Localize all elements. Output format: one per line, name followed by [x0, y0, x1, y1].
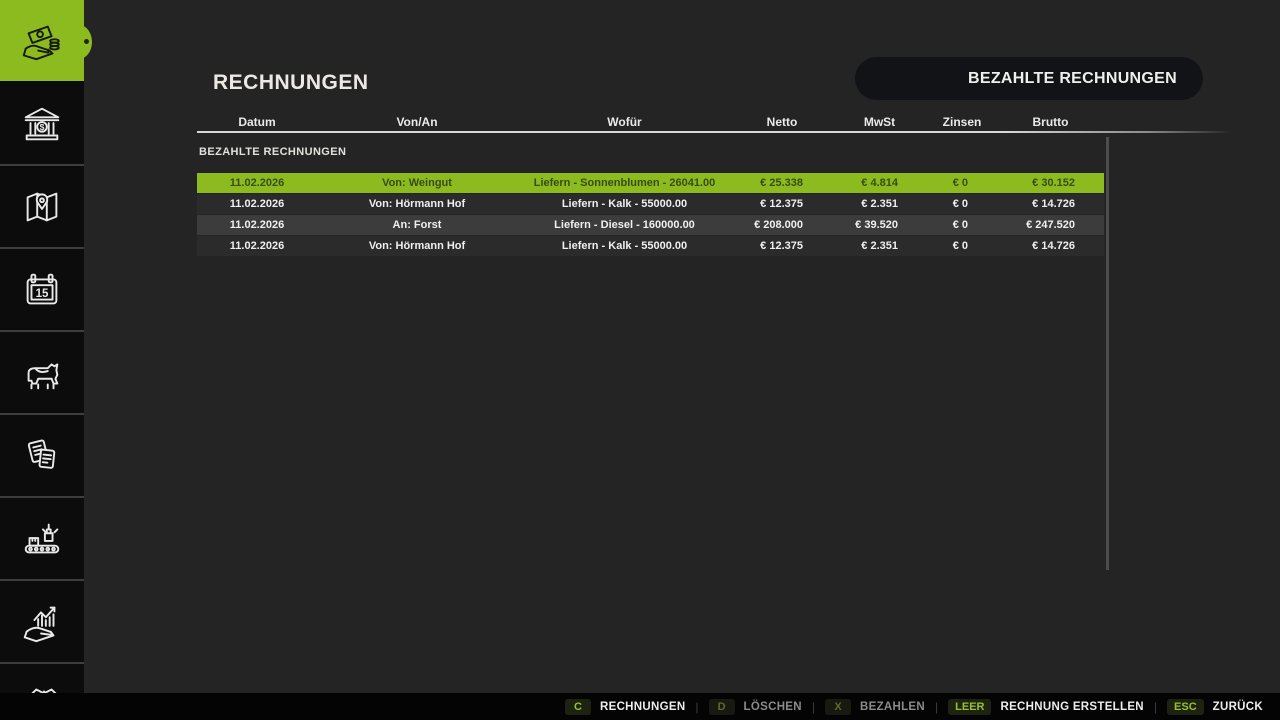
keycap: LEER	[948, 699, 991, 715]
hotkey-c[interactable]: C RECHNUNGEN	[565, 699, 685, 715]
table-scrollbar[interactable]	[1106, 137, 1109, 570]
hotkey-label: LÖSCHEN	[744, 701, 802, 713]
table-row[interactable]: 11.02.2026Von: Hörmann HofLiefern - Kalk…	[197, 236, 1104, 256]
cell-datum: 11.02.2026	[197, 240, 317, 252]
column-header: Zinsen	[927, 115, 997, 129]
hotkey-leer[interactable]: LEER RECHNUNG ERSTELLEN	[948, 699, 1144, 715]
hotkey-esc[interactable]: ESC ZURÜCK	[1167, 699, 1263, 715]
cell-brutto: € 30.152	[997, 177, 1104, 189]
cell-von_an: An: Forst	[317, 219, 517, 231]
cell-datum: 11.02.2026	[197, 177, 317, 189]
hotkey-label: BEZAHLEN	[860, 701, 925, 713]
sidebar: $ 15	[0, 0, 84, 720]
invoice-rows: 11.02.2026Von: WeingutLiefern - Sonnenbl…	[197, 173, 1104, 257]
cell-brutto: € 247.520	[997, 219, 1104, 231]
cell-netto: € 12.375	[732, 240, 832, 252]
keycap: C	[565, 699, 591, 715]
cell-mwst: € 2.351	[832, 198, 927, 210]
hotkey-divider: |	[1154, 700, 1157, 714]
cell-brutto: € 14.726	[997, 198, 1104, 210]
sidebar-item-bank[interactable]: $	[0, 83, 84, 166]
keycap: X	[825, 699, 851, 715]
hotkey-divider: |	[695, 700, 698, 714]
sidebar-item-finances[interactable]	[0, 0, 84, 83]
main-content: RECHNUNGEN BEZAHLTE RECHNUNGEN DatumVon/…	[84, 0, 1280, 693]
cell-von_an: Von: Hörmann Hof	[317, 240, 517, 252]
cell-brutto: € 14.726	[997, 240, 1104, 252]
table-header: DatumVon/AnWofürNettoMwStZinsenBrutto	[197, 112, 1104, 132]
sidebar-item-contracts[interactable]	[0, 415, 84, 498]
money-hand-icon	[19, 18, 65, 64]
hotkey-label: RECHNUNGEN	[600, 701, 685, 713]
table-row[interactable]: 11.02.2026An: ForstLiefern - Diesel - 16…	[197, 215, 1104, 235]
cell-zinsen: € 0	[927, 177, 997, 189]
cell-netto: € 208.000	[732, 219, 832, 231]
invoice-table: DatumVon/AnWofürNettoMwStZinsenBrutto	[197, 112, 1104, 132]
handshake-icon	[19, 678, 65, 693]
column-header: Netto	[732, 115, 832, 129]
cell-von_an: Von: Hörmann Hof	[317, 198, 517, 210]
cell-zinsen: € 0	[927, 198, 997, 210]
column-header: Datum	[197, 115, 317, 129]
hotkey-label: ZURÜCK	[1213, 701, 1263, 713]
sidebar-item-production[interactable]	[0, 498, 84, 581]
documents-icon	[19, 433, 65, 479]
svg-text:15: 15	[36, 288, 49, 300]
cell-netto: € 25.338	[732, 177, 832, 189]
keycap: D	[709, 699, 735, 715]
hotkey-d[interactable]: D LÖSCHEN	[709, 699, 802, 715]
sidebar-item-statistics[interactable]	[0, 581, 84, 664]
table-header-divider	[197, 131, 1232, 133]
cell-wofuer: Liefern - Kalk - 55000.00	[517, 198, 732, 210]
cell-wofuer: Liefern - Kalk - 55000.00	[517, 240, 732, 252]
hotkey-x[interactable]: X BEZAHLEN	[825, 699, 925, 715]
cell-zinsen: € 0	[927, 240, 997, 252]
production-icon	[19, 516, 65, 562]
hotkey-divider: |	[812, 700, 815, 714]
cow-icon	[19, 350, 65, 396]
cell-datum: 11.02.2026	[197, 198, 317, 210]
sidebar-item-calendar[interactable]: 15	[0, 249, 84, 332]
cell-wofuer: Liefern - Diesel - 160000.00	[517, 219, 732, 231]
sidebar-item-partner[interactable]	[0, 664, 84, 693]
keycap: ESC	[1167, 699, 1204, 715]
column-header: MwSt	[832, 115, 927, 129]
column-header: Wofür	[517, 115, 732, 129]
cell-von_an: Von: Weingut	[317, 177, 517, 189]
statistics-icon	[19, 599, 65, 645]
map-pin-icon	[19, 184, 65, 230]
table-row[interactable]: 11.02.2026Von: Hörmann HofLiefern - Kalk…	[197, 194, 1104, 214]
paid-invoices-button[interactable]: BEZAHLTE RECHNUNGEN	[855, 57, 1203, 100]
column-header: Brutto	[997, 115, 1104, 129]
cell-zinsen: € 0	[927, 219, 997, 231]
active-tab-dot	[84, 39, 89, 44]
svg-text:$: $	[40, 122, 45, 132]
table-section-label: BEZAHLTE RECHNUNGEN	[199, 146, 346, 158]
bank-icon: $	[19, 101, 65, 147]
page-title: RECHNUNGEN	[213, 71, 369, 95]
cell-mwst: € 2.351	[832, 240, 927, 252]
hotkey-bar: C RECHNUNGEN | D LÖSCHEN | X BEZAHLEN | LEER RECHN…	[0, 693, 1280, 720]
cell-netto: € 12.375	[732, 198, 832, 210]
calendar-icon: 15	[19, 267, 65, 313]
cell-datum: 11.02.2026	[197, 219, 317, 231]
sidebar-item-map[interactable]	[0, 166, 84, 249]
column-header: Von/An	[317, 115, 517, 129]
table-row[interactable]: 11.02.2026Von: WeingutLiefern - Sonnenbl…	[197, 173, 1104, 193]
cell-wofuer: Liefern - Sonnenblumen - 26041.00	[517, 177, 732, 189]
hotkey-divider: |	[935, 700, 938, 714]
cell-mwst: € 39.520	[832, 219, 927, 231]
hotkey-label: RECHNUNG ERSTELLEN	[1000, 701, 1143, 713]
cell-mwst: € 4.814	[832, 177, 927, 189]
sidebar-item-animals[interactable]	[0, 332, 84, 415]
